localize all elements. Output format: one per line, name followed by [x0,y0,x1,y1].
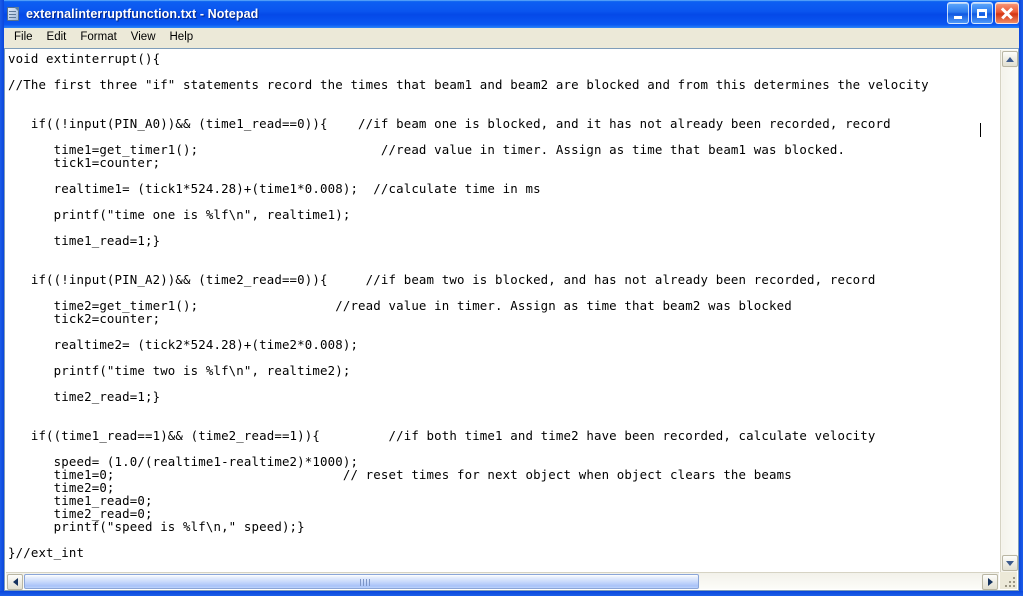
menu-bar: File Edit Format View Help [4,28,1019,48]
horizontal-scroll-thumb[interactable] [24,574,699,589]
text-editor-frame: void extinterrupt(){ //The first three "… [4,48,1019,591]
minimize-icon [954,15,962,19]
code-line: printf("speed is %lf\n," speed);} [8,519,305,534]
window-border-left [0,0,4,596]
code-line: realtime2= (tick2*524.28)+(time2*0.008); [8,337,359,352]
code-line: time2=0; [8,480,115,495]
menu-item-file[interactable]: File [7,29,40,47]
code-line: tick1=counter; [8,155,161,170]
code-line: printf("time two is %lf\n", realtime2); [8,363,351,378]
window-title: externalinterruptfunction.txt - Notepad [26,7,259,21]
client-area: void extinterrupt(){ //The first three "… [4,48,1019,591]
code-line: realtime1= (tick1*524.28)+(time1*0.008);… [8,181,541,196]
text-caret [980,123,981,137]
code-line: time1_read=1;} [8,233,161,248]
notepad-window: externalinterruptfunction.txt - Notepad … [0,0,1023,596]
window-border-right [1019,0,1023,596]
minimize-button[interactable] [947,2,969,24]
chevron-down-icon [1006,560,1014,566]
code-line: tick2=counter; [8,311,161,326]
menu-item-edit[interactable]: Edit [40,29,74,47]
notepad-document-icon [5,6,21,22]
chevron-left-icon [12,578,18,586]
code-line: time1_read=0; [8,493,153,508]
code-line: printf("time one is %lf\n", realtime1); [8,207,351,222]
close-button[interactable] [995,2,1019,24]
code-line: time2_read=1;} [8,389,161,404]
title-bar[interactable]: externalinterruptfunction.txt - Notepad [0,0,1023,28]
window-controls [947,2,1019,24]
code-line: //The first three "if" statements record… [8,77,929,92]
menu-item-format[interactable]: Format [73,29,123,47]
code-line: void extinterrupt(){ [8,51,161,66]
scroll-down-arrow[interactable] [1002,555,1018,571]
scroll-up-arrow[interactable] [1002,51,1018,67]
code-line: }//ext_int [8,545,85,560]
vertical-scroll-track[interactable] [1002,68,1018,554]
vertical-scrollbar[interactable] [1000,50,1018,572]
code-line: if((time1_read==1)&& (time2_read==1)){ /… [8,428,876,443]
chevron-right-icon [987,578,993,586]
menu-item-help[interactable]: Help [163,29,201,47]
scroll-right-arrow[interactable] [982,574,998,590]
maximize-icon [977,8,987,18]
scroll-thumb-grip [360,579,370,586]
code-line: if((!input(PIN_A0))&& (time1_read==0)){ … [8,116,891,131]
horizontal-scroll-track[interactable] [700,574,981,589]
resize-grip[interactable] [1000,572,1017,589]
window-border-bottom [0,591,1023,596]
maximize-button[interactable] [971,2,993,24]
scroll-left-arrow[interactable] [7,574,23,590]
code-line: if((!input(PIN_A2))&& (time2_read==0)){ … [8,272,876,287]
menu-item-view[interactable]: View [124,29,163,47]
close-icon [1001,7,1013,20]
text-editor[interactable]: void extinterrupt(){ //The first three "… [6,50,999,572]
document-text: void extinterrupt(){ //The first three "… [8,52,999,559]
code-line: time1=0; // reset times for next object … [8,467,792,482]
horizontal-scrollbar[interactable] [6,572,999,590]
chevron-up-icon [1006,56,1014,62]
